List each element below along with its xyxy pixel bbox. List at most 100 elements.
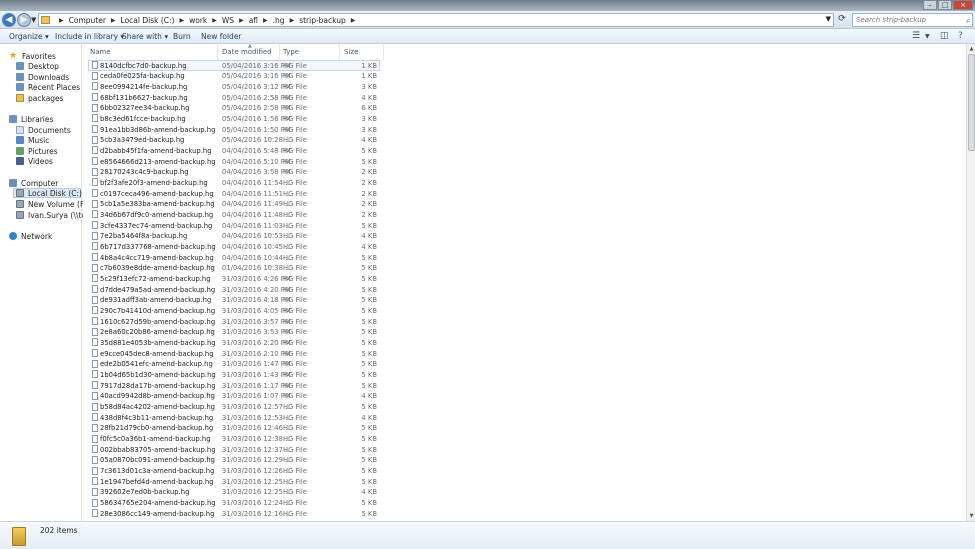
file-row[interactable]: ceda0fe025fa-backup.hg 05/04/2016 3:16 PM… [83, 71, 966, 82]
file-row[interactable]: 5cb3a3479ed-backup.hg 05/04/2016 10:28 ..… [83, 135, 966, 146]
back-button[interactable]: ◀ [2, 13, 16, 27]
file-row[interactable]: 7917d28da17b-amend-backup.hg 31/03/2016 1… [83, 380, 966, 391]
file-row[interactable]: 4b8a4c4cc719-amend-backup.hg 04/04/2016 1… [83, 252, 966, 263]
vertical-scrollbar[interactable]: ▲ ▼ [966, 44, 975, 521]
scroll-down-icon[interactable]: ▼ [968, 512, 975, 520]
minimize-button[interactable]: – [923, 0, 937, 10]
breadcrumb-item[interactable]: Local Disk (C:) [121, 16, 175, 25]
column-divider[interactable] [217, 44, 218, 60]
file-row[interactable]: 392602e7ed0b-backup.hg 31/03/2016 12:25 .… [83, 487, 966, 498]
breadcrumb-item[interactable]: .hg [273, 16, 285, 25]
nav-item-pictures[interactable]: Pictures [16, 146, 58, 156]
preview-pane-icon[interactable]: ◫ [940, 31, 949, 41]
breadcrumb-separator-icon[interactable]: ▶ [239, 17, 244, 24]
file-row[interactable]: 91ea1bb3d86b-amend-backup.hg 05/04/2016 1… [83, 124, 966, 135]
breadcrumb-separator-icon[interactable]: ▶ [179, 17, 184, 24]
file-row[interactable]: b8c3ed61fcce-backup.hg 05/04/2016 1:56 PM… [83, 113, 966, 124]
refresh-icon[interactable]: ⟳ [836, 14, 848, 26]
breadcrumb-separator-icon[interactable]: ▶ [111, 17, 116, 24]
file-row[interactable]: e8564666d213-amend-backup.hg 04/04/2016 5… [83, 156, 966, 167]
column-header-size[interactable]: Size [344, 48, 358, 56]
recent-pages-dropdown[interactable]: ▼ [31, 16, 36, 24]
breadcrumb[interactable]: ▶ Computer ▶ Local Disk (C:) ▶ work ▶ WS ▶ afl ▶ .h… [38, 13, 834, 27]
view-dropdown-icon[interactable]: ▼ [925, 33, 930, 40]
breadcrumb-item[interactable]: WS [222, 16, 234, 25]
file-row[interactable]: c0197ceca496-amend-backup.hg 04/04/2016 1… [83, 188, 966, 199]
file-row[interactable]: 7e2ba5464f8a-backup.hg 04/04/2016 10:53 .… [83, 231, 966, 242]
file-row[interactable]: 34d6b67df9c0-amend-backup.hg 04/04/2016 1… [83, 209, 966, 220]
file-row[interactable]: 6b717d337768-amend-backup.hg 04/04/2016 1… [83, 241, 966, 252]
file-row[interactable]: 05a0870bc091-amend-backup.hg 31/03/2016 1… [83, 455, 966, 466]
file-row[interactable]: 28fb21d79cb0-amend-backup.hg 31/03/2016 1… [83, 423, 966, 434]
nav-favorites[interactable]: ★ Favorites [9, 51, 56, 61]
search-input[interactable] [856, 16, 962, 24]
nav-libraries[interactable]: Libraries [9, 114, 53, 124]
breadcrumb-separator-icon[interactable]: ▶ [290, 17, 295, 24]
breadcrumb-item[interactable]: Computer [69, 16, 106, 25]
file-row[interactable]: 35d881e4053b-amend-backup.hg 31/03/2016 2… [83, 337, 966, 348]
file-row[interactable]: 7c3613d01c3a-amend-backup.hg 31/03/2016 1… [83, 466, 966, 477]
search-box[interactable]: ⌕ [852, 13, 973, 27]
new-folder-button[interactable]: New folder [201, 32, 242, 41]
file-row[interactable]: de931adff3ab-amend-backup.hg 31/03/2016 4… [83, 295, 966, 306]
organize-button[interactable]: Organize ▾ [9, 32, 49, 41]
column-header-type[interactable]: Type [283, 48, 299, 56]
file-row[interactable]: 28170243c4c9-backup.hg 04/04/2016 3:58 PM… [83, 167, 966, 178]
file-row[interactable]: bf2f3afe20f3-amend-backup.hg 04/04/2016 1… [83, 177, 966, 188]
maximize-button[interactable]: □ [938, 0, 952, 10]
nav-item-downloads[interactable]: Downloads [16, 72, 69, 82]
file-row[interactable]: 40acd9942d8b-amend-backup.hg 31/03/2016 1… [83, 391, 966, 402]
column-divider[interactable] [383, 44, 384, 60]
file-row[interactable]: 3cfe4337ec74-amend-backup.hg 04/04/2016 1… [83, 220, 966, 231]
column-header-name[interactable]: Name [90, 48, 111, 56]
nav-item-packages[interactable]: packages [16, 93, 64, 103]
file-row[interactable]: d7dde479a5ad-amend-backup.hg 31/03/2016 4… [83, 284, 966, 295]
scroll-up-icon[interactable]: ▲ [968, 45, 975, 53]
forward-button[interactable]: ▶ [17, 13, 31, 27]
breadcrumb-separator-icon[interactable]: ▶ [263, 17, 268, 24]
file-row[interactable]: 290c7b41410d-amend-backup.hg 31/03/2016 4… [83, 305, 966, 316]
column-header-date-modified[interactable]: Date modified [222, 48, 272, 56]
address-dropdown-icon[interactable]: ▼ [826, 15, 831, 23]
file-row[interactable]: 8ee0994214fe-backup.hg 05/04/2016 3:12 PM… [83, 81, 966, 92]
file-row[interactable]: 002bbab83705-amend-backup.hg 31/03/2016 1… [83, 444, 966, 455]
breadcrumb-item[interactable]: strip-backup [299, 16, 346, 25]
column-divider[interactable] [339, 44, 340, 60]
file-row[interactable]: b58d84ac4202-amend-backup.hg 31/03/2016 1… [83, 402, 966, 413]
file-row[interactable]: 5cb1a5e383ba-amend-backup.hg 04/04/2016 1… [83, 199, 966, 210]
include-in-library-button[interactable]: Include in library ▾ [55, 32, 124, 41]
search-icon[interactable]: ⌕ [966, 15, 970, 27]
file-row[interactable]: 68bf131b6627-backup.hg 05/04/2016 2:58 PM… [83, 92, 966, 103]
scrollbar-thumb[interactable] [968, 54, 975, 151]
nav-item-desktop[interactable]: Desktop [16, 61, 59, 71]
nav-network[interactable]: Network [9, 231, 52, 241]
column-divider[interactable] [279, 44, 280, 60]
file-row[interactable]: f0fc5c0a36b1-amend-backup.hg 31/03/2016 1… [83, 434, 966, 445]
burn-button[interactable]: Burn [173, 32, 191, 41]
nav-item-recent-places[interactable]: Recent Places [16, 82, 80, 92]
view-options-icon[interactable]: ☰ [912, 31, 920, 41]
file-row[interactable]: d2babb45f1fa-amend-backup.hg 04/04/2016 5… [83, 145, 966, 156]
file-row[interactable]: 58634765e204-amend-backup.hg 31/03/2016 1… [83, 498, 966, 509]
close-button[interactable]: × [953, 0, 973, 10]
breadcrumb-item[interactable]: work [189, 16, 207, 25]
file-row[interactable]: 1b04d65b1d30-amend-backup.hg 31/03/2016 1… [83, 369, 966, 380]
nav-item-music[interactable]: Music [16, 135, 49, 145]
breadcrumb-item[interactable]: afl [249, 16, 258, 25]
file-row[interactable]: 5c29f13efc72-amend-backup.hg 31/03/2016 4… [83, 273, 966, 284]
nav-item-videos[interactable]: Videos [16, 156, 53, 166]
file-row[interactable]: ede2b0541efc-amend-backup.hg 31/03/2016 1… [83, 359, 966, 370]
breadcrumb-separator-icon[interactable]: ▶ [351, 17, 356, 24]
nav-item-new-volume-f[interactable]: New Volume (F:) [16, 199, 89, 209]
help-icon[interactable]: ? [958, 31, 963, 41]
nav-item-documents[interactable]: Documents [16, 125, 71, 135]
file-row[interactable]: 1610c627d59b-amend-backup.hg 31/03/2016 3… [83, 316, 966, 327]
nav-item-local-disk-c[interactable]: Local Disk (C:) [13, 188, 82, 198]
file-row[interactable]: e9cce045dec8-amend-backup.hg 31/03/2016 2… [83, 348, 966, 359]
file-row[interactable]: 438d8f4c3b11-amend-backup.hg 31/03/2016 1… [83, 412, 966, 423]
breadcrumb-separator-icon[interactable]: ▶ [212, 17, 217, 24]
file-row[interactable]: 28e3086cc149-amend-backup.hg 31/03/2016 1… [83, 508, 966, 519]
file-row[interactable]: 2e8a60c20b86-amend-backup.hg 31/03/2016 3… [83, 327, 966, 338]
file-row[interactable]: 1e1947befd4d-amend-backup.hg 31/03/2016 1… [83, 476, 966, 487]
breadcrumb-separator-icon[interactable]: ▶ [59, 17, 64, 24]
